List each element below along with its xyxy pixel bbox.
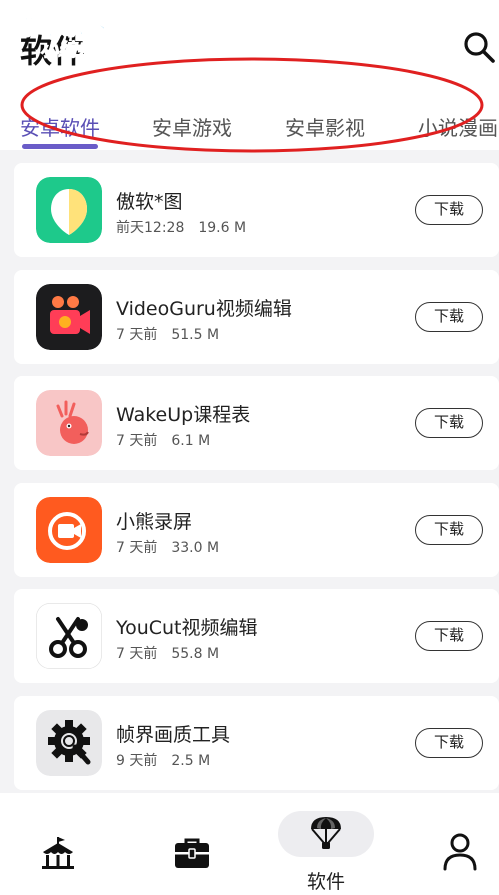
tab-android-games[interactable]: 安卓游戏 (152, 112, 232, 141)
tab-novels-comics[interactable]: 小说漫画 (418, 112, 498, 141)
app-meta: 7 天前 33.0 M (116, 537, 219, 557)
app-name: VideoGuru视频编辑 (116, 298, 292, 320)
tab-active-indicator (22, 144, 98, 149)
app-card[interactable]: 帧界画质工具 9 天前 2.5 M 下载 (14, 696, 499, 790)
download-button[interactable]: 下载 (415, 515, 483, 545)
app-time: 7 天前 (116, 433, 158, 449)
app-meta: 前天12:28 19.6 M (116, 217, 246, 237)
nav-label-software: 软件 (306, 871, 345, 893)
parachute-icon (311, 817, 341, 849)
nav-item-profile[interactable] (438, 793, 482, 895)
app-name: 傲软*图 (116, 191, 183, 213)
app-size: 19.6 M (198, 220, 247, 236)
app-time: 7 天前 (116, 646, 158, 662)
category-tabs: 安卓软件 安卓游戏 安卓影视 小说漫画 (0, 100, 499, 150)
app-card[interactable]: YouCut视频编辑 7 天前 55.8 M 下载 (14, 589, 499, 683)
carousel-icon (42, 837, 74, 869)
nav-item-software[interactable]: 软件 (278, 793, 374, 895)
xiaoxiong-icon (36, 497, 102, 563)
app-card[interactable]: 傲软*图 前天12:28 19.6 M 下载 (14, 163, 499, 257)
app-card[interactable]: WakeUp课程表 7 天前 6.1 M 下载 (14, 376, 499, 470)
app-time: 7 天前 (116, 540, 158, 556)
watermark: 游吧乐下载 小编亲测 (17, 10, 158, 62)
app-card[interactable]: VideoGuru视频编辑 7 天前 51.5 M 下载 (14, 270, 499, 364)
youcut-icon (36, 603, 102, 669)
search-icon[interactable] (462, 30, 496, 64)
user-icon (443, 833, 477, 871)
download-button[interactable]: 下载 (415, 408, 483, 438)
app-size: 33.0 M (171, 540, 220, 556)
aoruan-icon (36, 177, 102, 243)
wakeup-icon (36, 390, 102, 456)
app-meta: 7 天前 51.5 M (116, 324, 219, 344)
app-time: 9 天前 (116, 753, 158, 769)
nav-item-home[interactable] (38, 793, 82, 895)
download-button[interactable]: 下载 (415, 621, 483, 651)
app-size: 55.8 M (171, 646, 220, 662)
app-name: 小熊录屏 (116, 511, 193, 533)
download-button[interactable]: 下载 (415, 728, 483, 758)
app-size: 6.1 M (171, 433, 211, 449)
app-size: 2.5 M (171, 753, 211, 769)
app-name: WakeUp课程表 (116, 404, 251, 426)
tab-android-video[interactable]: 安卓影视 (285, 112, 365, 141)
app-meta: 7 天前 6.1 M (116, 430, 210, 450)
app-card[interactable]: 小熊录屏 7 天前 33.0 M 下载 (14, 483, 499, 577)
bottom-nav: 软件 (0, 793, 499, 895)
app-time: 前天12:28 (116, 220, 185, 236)
app-name: YouCut视频编辑 (116, 617, 258, 639)
top-bar: 软件 游吧乐下载 小编亲测 安卓软件 安卓游戏 安卓影视 小说漫画 (0, 0, 499, 153)
zhenjie-icon (36, 710, 102, 776)
app-size: 51.5 M (171, 327, 220, 343)
app-time: 7 天前 (116, 327, 158, 343)
app-name: 帧界画质工具 (116, 724, 231, 746)
watermark-line-2: 小编亲测 (40, 40, 113, 62)
app-meta: 9 天前 2.5 M (116, 750, 210, 770)
app-meta: 7 天前 55.8 M (116, 643, 219, 663)
videoguru-icon (36, 284, 102, 350)
nav-item-tools[interactable] (170, 793, 214, 895)
download-button[interactable]: 下载 (415, 302, 483, 332)
download-button[interactable]: 下载 (415, 195, 483, 225)
tab-android-software[interactable]: 安卓软件 (20, 112, 100, 141)
toolbox-icon (175, 838, 209, 868)
